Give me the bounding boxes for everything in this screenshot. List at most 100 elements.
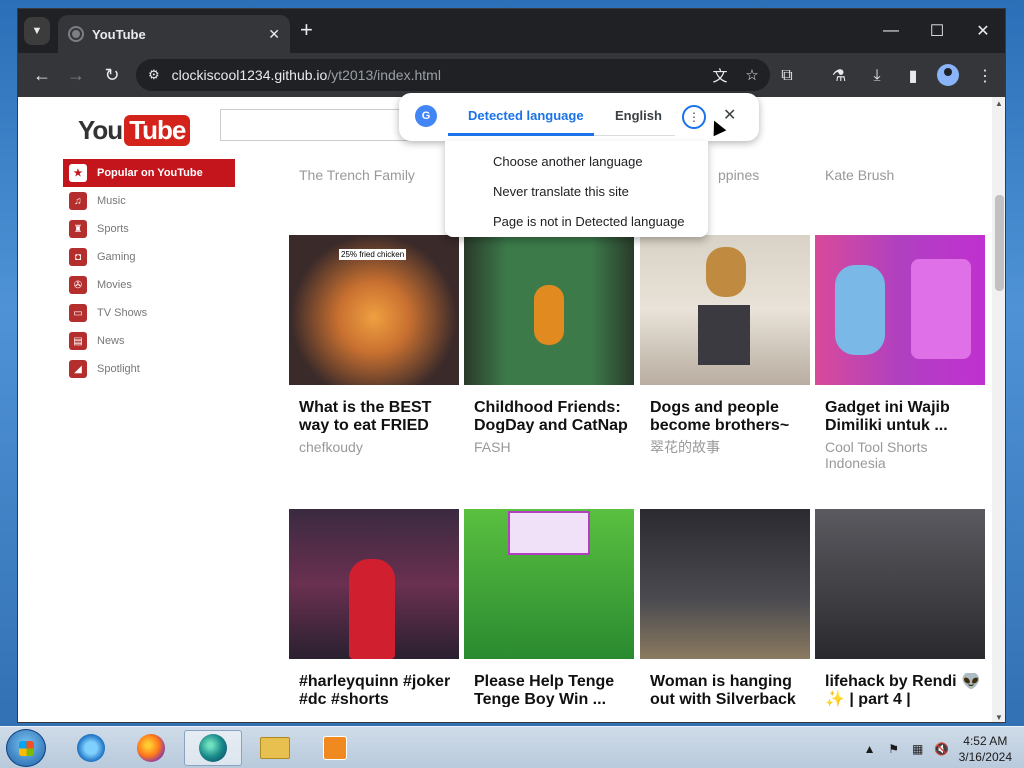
reload-button[interactable]: ↻ (100, 63, 124, 87)
sidebar-item-music[interactable]: ♫ Music (63, 187, 235, 215)
scroll-thumb[interactable] (995, 195, 1004, 291)
video-card[interactable]: Please Help Tenge Tenge Boy Win ... (464, 509, 634, 707)
taskbar-firefox[interactable] (122, 730, 180, 766)
video-title[interactable]: #harleyquinn #joker #dc #shorts (289, 673, 459, 707)
video-channel[interactable]: chefkoudy (289, 439, 459, 455)
page-scrollbar[interactable]: ▲ ▼ (992, 97, 1005, 722)
internet-explorer-icon (77, 734, 105, 762)
translate-icon[interactable]: 文 (710, 65, 730, 85)
newspaper-icon: ▤ (69, 332, 87, 350)
star-icon[interactable]: ☆ (742, 65, 762, 85)
system-clock[interactable]: 4:52 AM 3/16/2024 (959, 733, 1012, 765)
video-channel[interactable]: FASH (464, 439, 634, 455)
menu-item-not-detected[interactable]: Page is not in Detected language (445, 207, 708, 237)
video-thumbnail[interactable] (815, 509, 985, 659)
video-card[interactable]: Gadget ini Wajib Dimiliki untuk ... Cool… (815, 235, 985, 471)
spotlight-icon: ◢ (69, 360, 87, 378)
show-hidden-icons[interactable]: ▲ (863, 742, 877, 756)
sidebar-item-popular[interactable]: ★ Popular on YouTube (63, 159, 235, 187)
google-translate-icon: G (415, 105, 437, 127)
arrow-right-icon: → (67, 64, 85, 85)
folder-icon (260, 737, 290, 759)
chevron-down-icon: ▼ (31, 25, 43, 37)
sidebar-item-news[interactable]: ▤ News (63, 327, 235, 355)
globe-icon (68, 26, 84, 42)
video-card[interactable]: 25% fried chicken What is the BEST way t… (289, 235, 459, 455)
youtube-logo[interactable]: You Tube (78, 115, 191, 146)
video-thumbnail[interactable] (464, 235, 634, 385)
video-thumbnail[interactable] (464, 509, 634, 659)
video-card[interactable]: Childhood Friends: DogDay and CatNap (Po… (464, 235, 634, 455)
video-card[interactable]: Woman is hanging out with Silverback Gor… (640, 509, 810, 707)
back-button[interactable]: ← (30, 63, 54, 87)
network-icon[interactable]: ▦ (911, 742, 925, 756)
sidebar-item-gaming[interactable]: ◘ Gaming (63, 243, 235, 271)
video-thumbnail[interactable] (640, 235, 810, 385)
video-title[interactable]: Please Help Tenge Tenge Boy Win ... (464, 673, 634, 707)
video-title[interactable]: lifehack by Rendi 👽✨ | part 4 | (815, 673, 985, 707)
tab-youtube[interactable]: YouTube ✕ (58, 15, 290, 53)
sidebar-item-sports[interactable]: ♜ Sports (63, 215, 235, 243)
video-channel[interactable]: Kate Brush (825, 167, 894, 183)
site-info-icon[interactable]: ⚙ (148, 67, 160, 83)
video-thumbnail[interactable] (640, 509, 810, 659)
kebab-menu-icon[interactable]: ⋮ (974, 65, 996, 87)
flag-icon[interactable]: ⚑ (887, 742, 901, 756)
video-title[interactable]: Dogs and people become brothers~ #funny … (640, 399, 810, 433)
omnibox-icons: 文 ☆ (710, 65, 762, 85)
side-panel-icon[interactable]: ▮ (902, 65, 924, 87)
tab-detected-language[interactable]: Detected language (468, 108, 584, 123)
forward-button[interactable]: → (64, 63, 88, 87)
video-channel[interactable]: 翠花的故事 (640, 439, 810, 455)
video-title[interactable]: Woman is hanging out with Silverback Gor… (640, 673, 810, 707)
video-card[interactable]: lifehack by Rendi 👽✨ | part 4 | (815, 509, 985, 707)
video-channel[interactable]: Cool Tool Shorts Indonesia (815, 439, 985, 471)
reload-icon: ↻ (104, 64, 120, 85)
close-window-button[interactable]: ✕ (960, 17, 1005, 45)
close-icon[interactable]: ✕ (268, 26, 280, 43)
video-card[interactable]: Dogs and people become brothers~ #funny … (640, 235, 810, 455)
firefox-icon (137, 734, 165, 762)
browser-icon (199, 734, 227, 762)
star-icon: ★ (69, 164, 87, 182)
video-thumbnail[interactable] (815, 235, 985, 385)
extensions-icon[interactable]: ⧉ (776, 65, 798, 87)
sidebar-item-spotlight[interactable]: ◢ Spotlight (63, 355, 235, 383)
minimize-button[interactable]: — (868, 17, 914, 45)
taskbar-file-explorer[interactable] (246, 730, 304, 766)
film-reel-icon: ✇ (69, 276, 87, 294)
video-thumbnail[interactable]: 25% fried chicken (289, 235, 459, 385)
video-card[interactable]: #harleyquinn #joker #dc #shorts (289, 509, 459, 707)
url-text: clockiscool1234.github.io/yt2013/index.h… (171, 67, 441, 83)
more-options-icon[interactable]: ⋮ (682, 105, 706, 129)
taskbar-edge-chromium[interactable] (184, 730, 242, 766)
translate-options-menu: Choose another language Never translate … (445, 141, 708, 237)
video-title[interactable]: What is the BEST way to eat FRIED CHICKE… (289, 399, 459, 433)
video-title[interactable]: Gadget ini Wajib Dimiliki untuk ... (815, 399, 985, 433)
menu-item-never-translate[interactable]: Never translate this site (445, 177, 708, 207)
taskbar-internet-explorer[interactable] (62, 730, 120, 766)
new-tab-button[interactable]: + (300, 19, 313, 41)
menu-item-choose-language[interactable]: Choose another language (445, 147, 708, 177)
profile-avatar[interactable] (937, 64, 959, 86)
video-title[interactable]: Childhood Friends: DogDay and CatNap (Po… (464, 399, 634, 433)
tab-english[interactable]: English (615, 108, 662, 123)
video-channel[interactable]: The Trench Family (299, 167, 415, 183)
browser-window: ▼ YouTube ✕ + — ☐ ✕ ← → ↻ ⚙ clockiscool1… (17, 8, 1006, 723)
maximize-button[interactable]: ☐ (914, 17, 960, 45)
taskbar-media-player[interactable] (306, 730, 364, 766)
tab-search-button[interactable]: ▼ (24, 17, 50, 45)
sidebar-item-movies[interactable]: ✇ Movies (63, 271, 235, 299)
labs-icon[interactable]: ⚗ (828, 65, 850, 87)
close-icon[interactable]: ✕ (723, 105, 736, 125)
arrow-left-icon: ← (33, 64, 51, 85)
address-bar[interactable]: ⚙ clockiscool1234.github.io/yt2013/index… (136, 59, 770, 91)
video-channel[interactable]: ppines (718, 167, 759, 183)
video-thumbnail[interactable] (289, 509, 459, 659)
volume-muted-icon[interactable]: 🔇 (934, 742, 949, 756)
download-icon[interactable]: ⤓ (866, 65, 888, 87)
sidebar-item-tv-shows[interactable]: ▭ TV Shows (63, 299, 235, 327)
scroll-up-arrow[interactable]: ▲ (995, 99, 1003, 108)
scroll-down-arrow[interactable]: ▼ (995, 713, 1003, 722)
start-button[interactable] (6, 729, 46, 767)
